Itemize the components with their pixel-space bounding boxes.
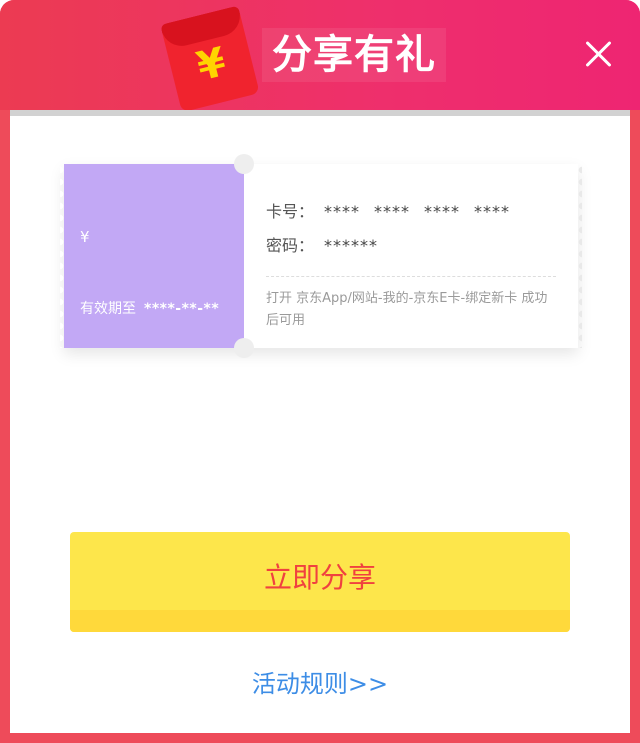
modal-content: ¥ 有效期至 ****-**-** 卡号： **** **** **** **** 密码：… (10, 116, 630, 733)
red-packet-icon: ¥ (160, 5, 260, 113)
card-password-label: 密码： (266, 236, 315, 255)
close-icon[interactable] (580, 36, 616, 72)
ticket-notch (234, 154, 254, 174)
modal-title: 分享有礼 (262, 28, 446, 82)
share-now-button[interactable]: 立即分享 (70, 532, 570, 632)
card-number-group: **** (374, 202, 411, 221)
share-now-label: 立即分享 (263, 561, 376, 594)
card-password-value: ****** (324, 236, 379, 255)
card-number-group: **** (324, 202, 361, 221)
ticket-details: 卡号： **** **** **** **** 密码： ****** 打开 京东App/网… (244, 164, 582, 348)
card-password-row: 密码： ****** (266, 232, 378, 256)
binding-instructions: 打开 京东App/网站-我的-京东E卡-绑定新卡 成功后可用 (266, 291, 548, 328)
currency-symbol: ¥ (80, 228, 90, 246)
activity-rules-link[interactable]: 活动规则>> (10, 664, 630, 699)
card-number-row: 卡号： **** **** **** **** (266, 198, 524, 222)
card-number-group: **** (474, 202, 511, 221)
card-number-value: **** **** **** **** (324, 202, 524, 221)
expiry-date: 有效期至 ****-**-** (80, 298, 219, 318)
ticket-notch (234, 338, 254, 358)
ticket-stub: ¥ 有效期至 ****-**-** (60, 164, 244, 348)
dashed-divider (266, 276, 556, 277)
modal-header: ¥ 分享有礼 (0, 0, 640, 113)
expiry-label: 有效期至 (80, 301, 136, 317)
e-card-ticket: ¥ 有效期至 ****-**-** 卡号： **** **** **** **** 密码：… (60, 154, 582, 358)
card-number-label: 卡号： (266, 202, 315, 221)
card-number-group: **** (424, 202, 461, 221)
share-gift-modal: ¥ 分享有礼 ¥ 有效期至 ****-**-** 卡号： **** **** **** *… (0, 0, 640, 743)
expiry-value: ****-**-** (144, 301, 220, 317)
